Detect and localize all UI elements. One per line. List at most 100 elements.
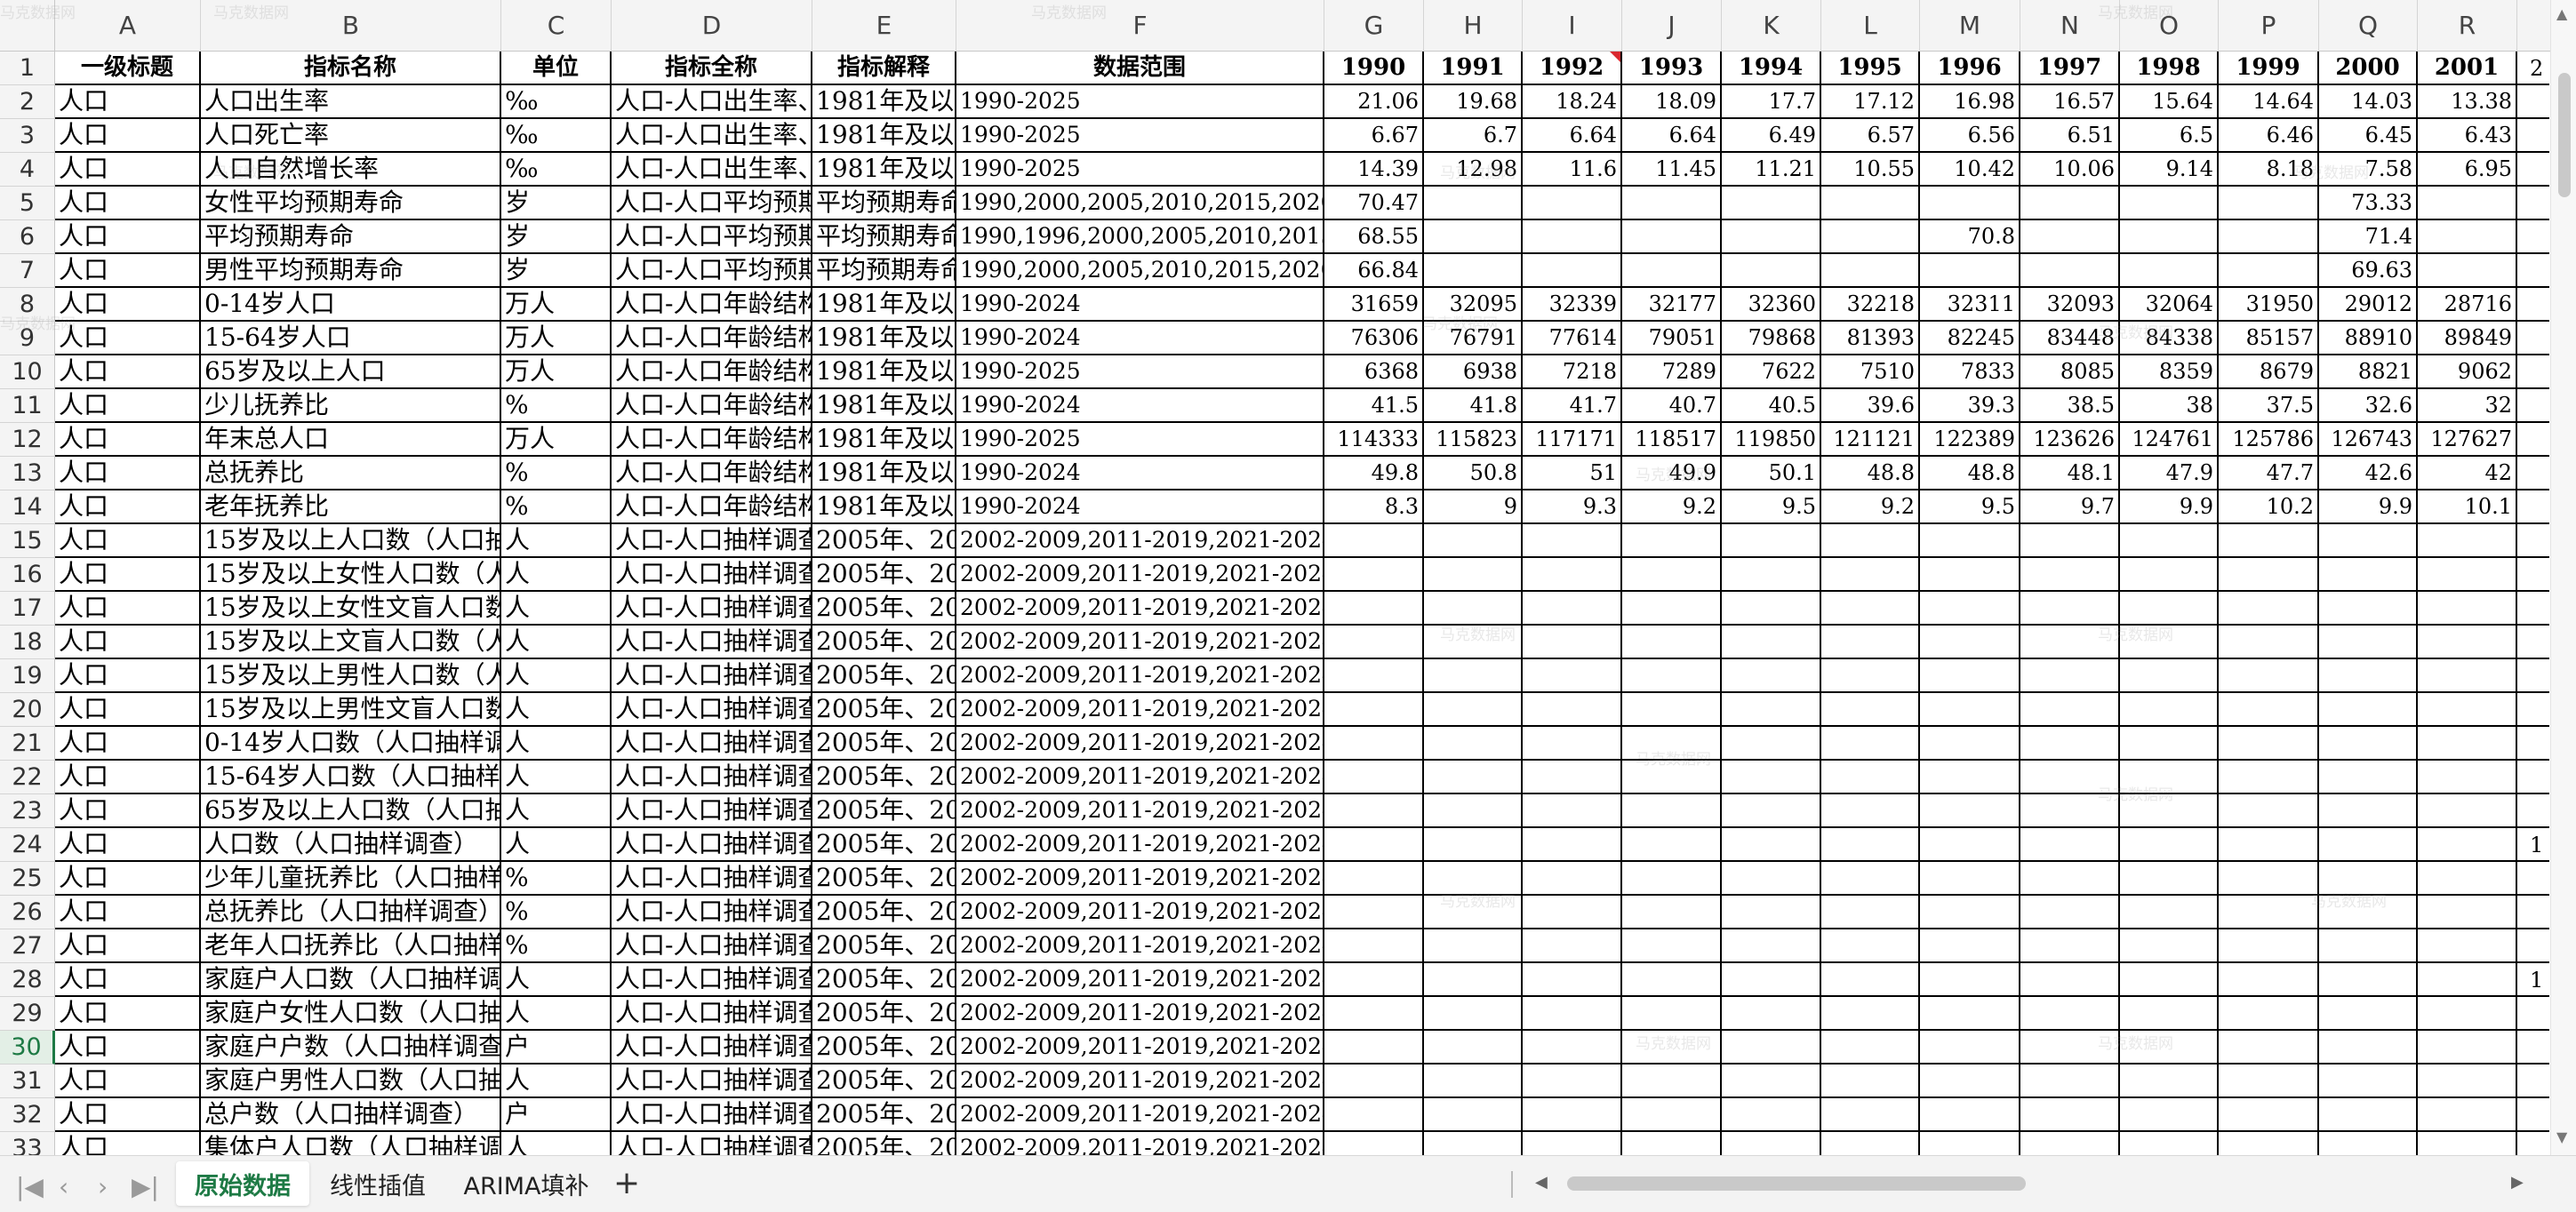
value-cell[interactable]: 42.6 bbox=[2319, 457, 2418, 490]
value-cell[interactable]: 6.46 bbox=[2219, 119, 2319, 153]
value-cell[interactable] bbox=[1622, 626, 1722, 659]
value-cell[interactable]: 41.8 bbox=[1424, 389, 1523, 423]
value-cell[interactable] bbox=[1424, 254, 1523, 288]
column-header-s[interactable] bbox=[2517, 0, 2551, 52]
data-range-cell[interactable]: 1990-2025 bbox=[956, 153, 1324, 187]
value-cell[interactable] bbox=[2020, 693, 2120, 727]
value-cell[interactable]: 16.98 bbox=[1920, 85, 2020, 119]
value-cell[interactable] bbox=[1920, 1098, 2020, 1132]
data-range-cell[interactable]: 1990,2000,2005,2010,2015,2020 bbox=[956, 254, 1324, 288]
column-header-b[interactable]: B bbox=[201, 0, 501, 52]
value-cell[interactable]: 28716 bbox=[2418, 288, 2517, 322]
unit-cell[interactable]: % bbox=[501, 389, 612, 423]
category-cell[interactable]: 人口 bbox=[55, 592, 201, 626]
row-header-25[interactable]: 25 bbox=[0, 862, 55, 896]
value-cell[interactable]: 11.45 bbox=[1622, 153, 1722, 187]
full-name-cell[interactable]: 人口-人口抽样调查 bbox=[612, 693, 812, 727]
value-cell[interactable] bbox=[1821, 1064, 1920, 1098]
value-cell[interactable] bbox=[1821, 997, 1920, 1031]
value-cell[interactable]: 76791 bbox=[1424, 322, 1523, 355]
value-cell[interactable]: 83448 bbox=[2020, 322, 2120, 355]
value-cell[interactable] bbox=[2020, 626, 2120, 659]
value-cell[interactable] bbox=[1622, 254, 1722, 288]
value-cell[interactable]: 6.45 bbox=[2319, 119, 2418, 153]
value-cell[interactable]: 17.7 bbox=[1722, 85, 1821, 119]
column-header-l[interactable]: L bbox=[1821, 0, 1920, 52]
value-cell[interactable] bbox=[1722, 862, 1821, 896]
value-cell[interactable] bbox=[2020, 659, 2120, 693]
unit-cell[interactable]: 万人 bbox=[501, 423, 612, 457]
value-cell[interactable]: 10.55 bbox=[1821, 153, 1920, 187]
value-cell[interactable] bbox=[1722, 693, 1821, 727]
value-cell[interactable] bbox=[2120, 254, 2219, 288]
data-range-cell[interactable]: 1990-2025 bbox=[956, 119, 1324, 153]
value-cell[interactable] bbox=[1821, 828, 1920, 862]
value-cell[interactable] bbox=[2020, 558, 2120, 592]
value-cell[interactable] bbox=[1622, 1098, 1722, 1132]
header-year-cell[interactable]: 1994 bbox=[1722, 52, 1821, 85]
value-cell[interactable] bbox=[1324, 896, 1424, 929]
data-range-cell[interactable]: 1990-2025 bbox=[956, 355, 1324, 389]
value-cell[interactable] bbox=[2418, 254, 2517, 288]
value-cell[interactable]: 73.33 bbox=[2319, 187, 2418, 220]
value-cell[interactable] bbox=[2517, 187, 2549, 220]
scroll-down-icon[interactable]: ▼ bbox=[2556, 1128, 2567, 1145]
value-cell[interactable]: 38.5 bbox=[2020, 389, 2120, 423]
value-cell[interactable] bbox=[2319, 997, 2418, 1031]
full-name-cell[interactable]: 人口-人口年龄结构 bbox=[612, 322, 812, 355]
full-name-cell[interactable]: 人口-人口抽样调查 bbox=[612, 1031, 812, 1064]
value-cell[interactable]: 6938 bbox=[1424, 355, 1523, 389]
value-cell[interactable] bbox=[1920, 761, 2020, 794]
value-cell[interactable] bbox=[1324, 524, 1424, 558]
data-range-cell[interactable]: 2002-2009,2011-2019,2021-2024 bbox=[956, 896, 1324, 929]
unit-cell[interactable]: % bbox=[501, 490, 612, 524]
value-cell[interactable] bbox=[2219, 963, 2319, 997]
value-cell[interactable]: 8359 bbox=[2120, 355, 2219, 389]
category-cell[interactable]: 人口 bbox=[55, 963, 201, 997]
value-cell[interactable]: 82245 bbox=[1920, 322, 2020, 355]
value-cell[interactable] bbox=[2219, 794, 2319, 828]
value-cell[interactable] bbox=[2319, 727, 2418, 761]
value-cell[interactable] bbox=[2517, 389, 2549, 423]
description-cell[interactable]: 平均预期寿命 bbox=[812, 254, 956, 288]
data-range-cell[interactable]: 2002-2009,2011-2019,2021-2024 bbox=[956, 693, 1324, 727]
description-cell[interactable]: 2005年、2015年 bbox=[812, 828, 956, 862]
value-cell[interactable] bbox=[1324, 558, 1424, 592]
value-cell[interactable] bbox=[1622, 794, 1722, 828]
description-cell[interactable]: 2005年、2015年 bbox=[812, 963, 956, 997]
full-name-cell[interactable]: 人口-人口年龄结构 bbox=[612, 389, 812, 423]
value-cell[interactable]: 70.8 bbox=[1920, 220, 2020, 254]
value-cell[interactable] bbox=[2517, 322, 2549, 355]
value-cell[interactable]: 40.7 bbox=[1622, 389, 1722, 423]
data-range-cell[interactable]: 2002-2009,2011-2019,2021-2024 bbox=[956, 929, 1324, 963]
value-cell[interactable] bbox=[2120, 1064, 2219, 1098]
data-range-cell[interactable]: 2002-2009,2011-2019,2021-2024 bbox=[956, 997, 1324, 1031]
value-cell[interactable] bbox=[1722, 524, 1821, 558]
value-cell[interactable] bbox=[1424, 896, 1523, 929]
value-cell[interactable] bbox=[1920, 862, 2020, 896]
value-cell[interactable] bbox=[1722, 727, 1821, 761]
value-cell[interactable] bbox=[1523, 693, 1622, 727]
value-cell[interactable]: 6.43 bbox=[2418, 119, 2517, 153]
value-cell[interactable] bbox=[2020, 794, 2120, 828]
data-range-cell[interactable]: 2002-2009,2011-2019,2021-2024 bbox=[956, 963, 1324, 997]
full-name-cell[interactable]: 人口-人口抽样调查 bbox=[612, 1098, 812, 1132]
indicator-name-cell[interactable]: 家庭户男性人口数（人口抽样 bbox=[201, 1064, 501, 1098]
category-cell[interactable]: 人口 bbox=[55, 659, 201, 693]
value-cell[interactable] bbox=[1722, 1064, 1821, 1098]
value-cell[interactable] bbox=[2120, 727, 2219, 761]
value-cell[interactable] bbox=[1722, 592, 1821, 626]
value-cell[interactable]: 18.24 bbox=[1523, 85, 1622, 119]
unit-cell[interactable]: 人 bbox=[501, 997, 612, 1031]
value-cell[interactable]: 121121 bbox=[1821, 423, 1920, 457]
row-header-3[interactable]: 3 bbox=[0, 119, 55, 153]
category-cell[interactable]: 人口 bbox=[55, 828, 201, 862]
full-name-cell[interactable]: 人口-人口出生率、 bbox=[612, 153, 812, 187]
value-cell[interactable] bbox=[2517, 659, 2549, 693]
value-cell[interactable]: 76306 bbox=[1324, 322, 1424, 355]
data-range-cell[interactable]: 1990-2025 bbox=[956, 423, 1324, 457]
value-cell[interactable] bbox=[1523, 963, 1622, 997]
value-cell[interactable] bbox=[1722, 626, 1821, 659]
unit-cell[interactable]: 人 bbox=[501, 761, 612, 794]
value-cell[interactable]: 69.63 bbox=[2319, 254, 2418, 288]
